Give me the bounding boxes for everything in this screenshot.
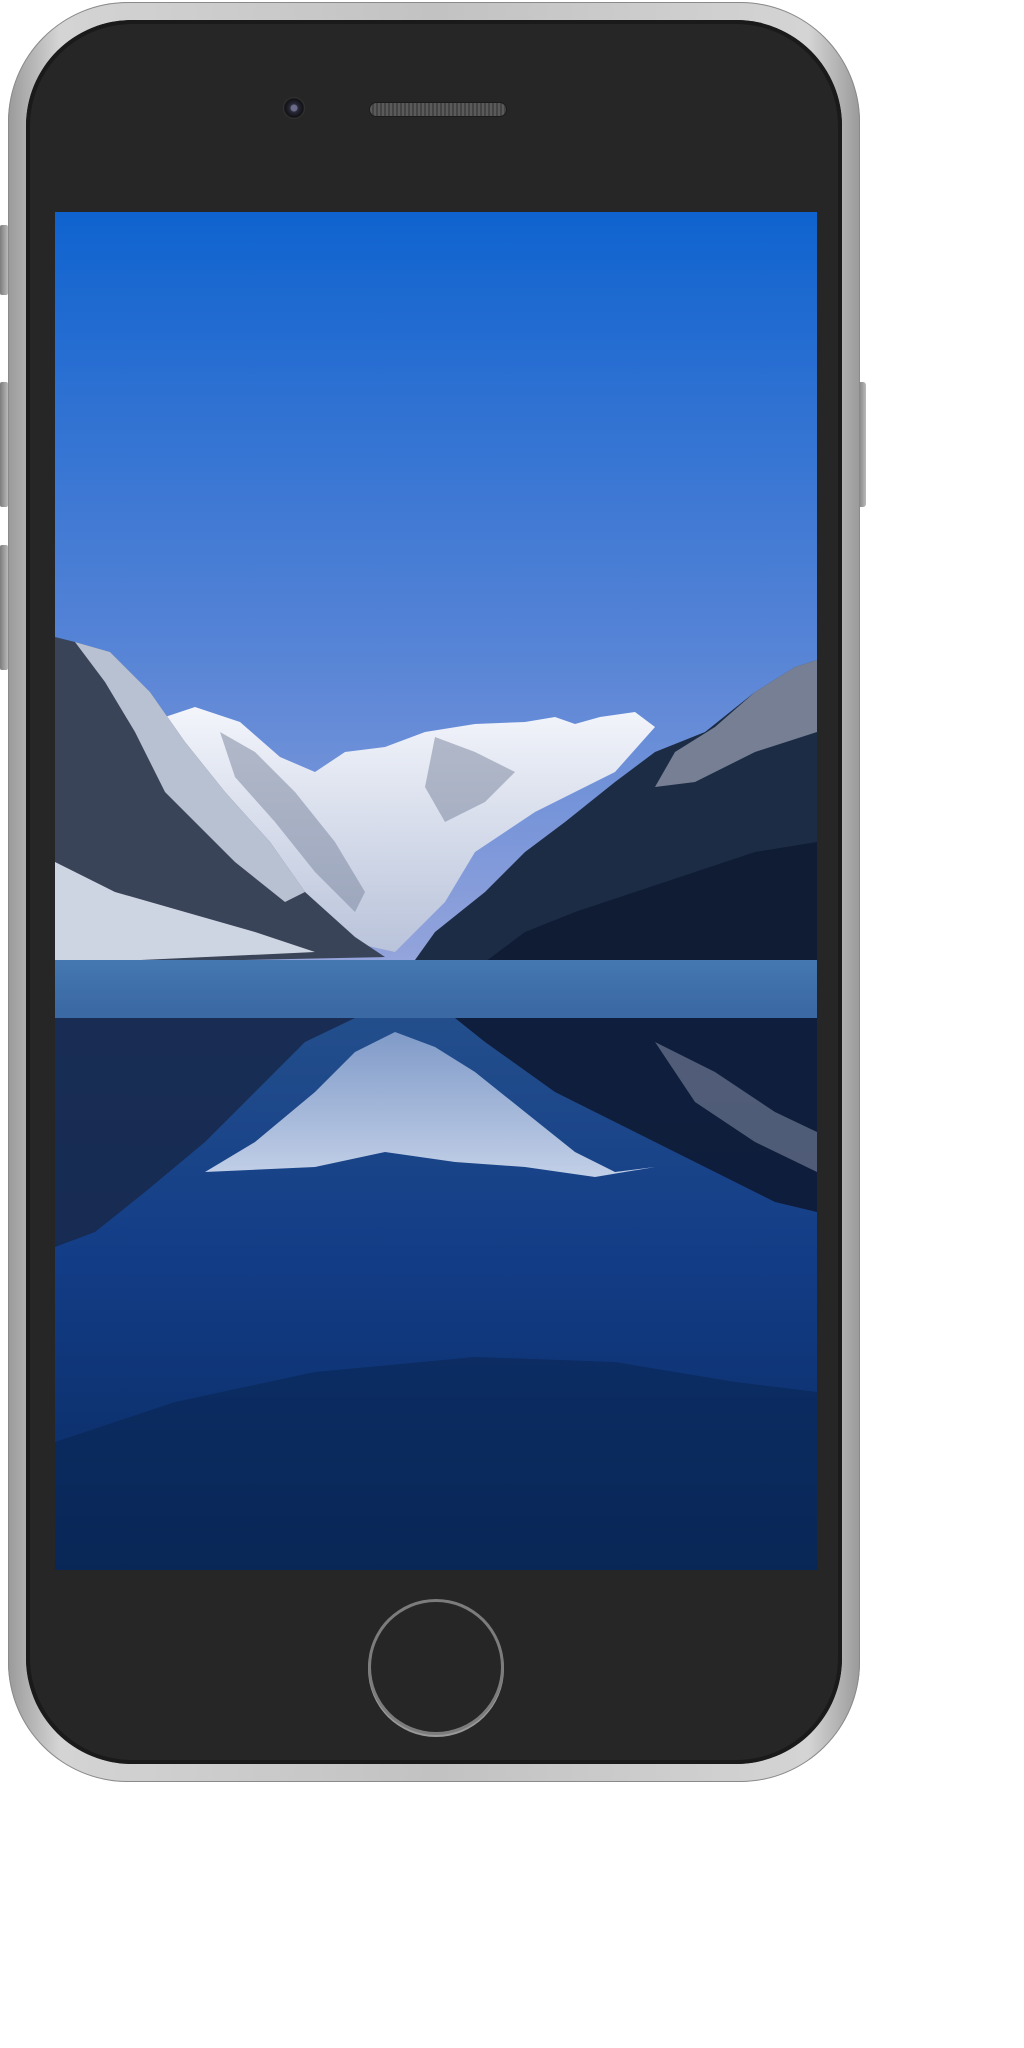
speaker-grille-icon	[370, 103, 506, 116]
volume-down-button[interactable]	[0, 545, 8, 670]
volume-up-button[interactable]	[0, 382, 8, 507]
ice-edge	[55, 960, 817, 1018]
screen-wallpaper	[55, 212, 817, 1570]
mute-switch[interactable]	[0, 225, 8, 295]
landscape-wallpaper	[55, 212, 817, 1570]
device-mockup	[0, 0, 1024, 2048]
camera-icon	[283, 97, 305, 119]
home-button-icon[interactable]	[371, 1602, 501, 1732]
